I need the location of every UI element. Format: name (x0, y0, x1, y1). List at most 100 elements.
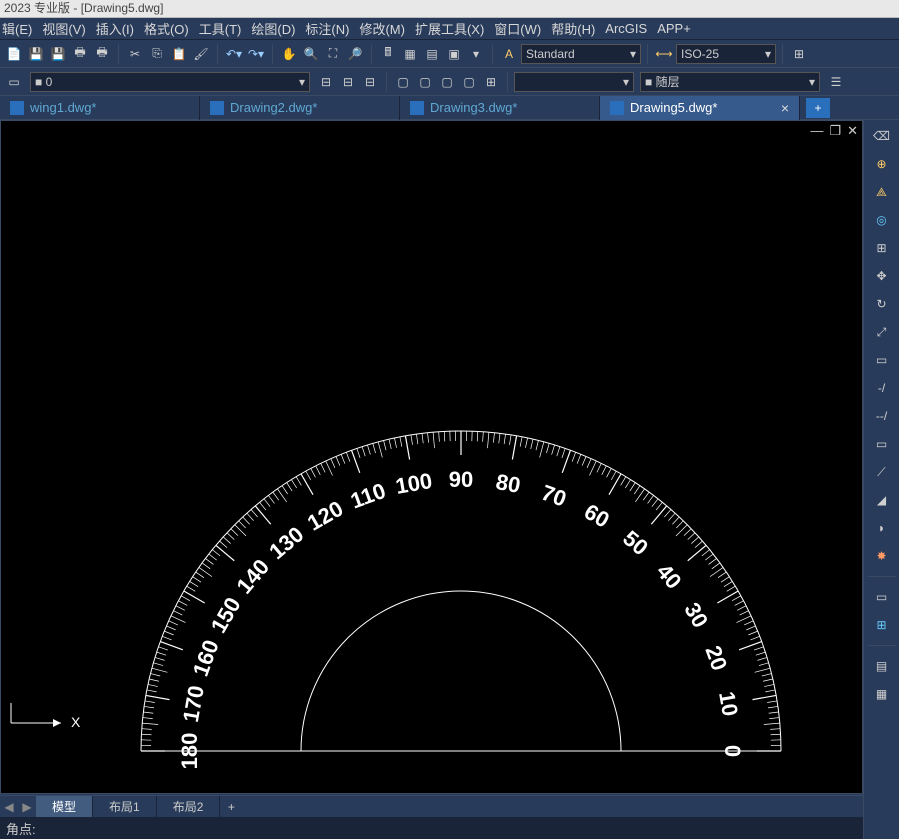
menu-edit[interactable]: 辑(E) (2, 19, 32, 38)
ucs-icon: X (7, 703, 87, 743)
tab-drawing5[interactable]: Drawing5.dwg*× (600, 96, 800, 120)
trim-icon[interactable]: -/ (872, 378, 892, 398)
copy-icon[interactable]: ⎘ (147, 44, 167, 64)
layout2-tab[interactable]: 布局2 (157, 796, 221, 818)
extend-icon[interactable]: --/ (872, 406, 892, 426)
restore-icon[interactable]: ❐ (829, 123, 841, 139)
menu-draw[interactable]: 绘图(D) (251, 19, 295, 38)
dim-style-select[interactable]: ISO-25▾ (676, 44, 776, 64)
block4-icon[interactable]: ▢ (459, 72, 479, 92)
eraser-icon[interactable]: ⌫ (872, 126, 892, 146)
svg-text:30: 30 (679, 598, 713, 632)
close-tab-icon[interactable]: × (781, 100, 789, 116)
save-icon[interactable]: 💾 (26, 44, 46, 64)
menu-window[interactable]: 窗口(W) (494, 19, 541, 38)
new-icon[interactable]: 📄 (4, 44, 24, 64)
layer-icon[interactable]: ▭ (4, 72, 24, 92)
command-line[interactable]: 角点: (0, 817, 863, 839)
saveall-icon[interactable]: 💾 (48, 44, 68, 64)
text-style-select[interactable]: Standard▾ (521, 44, 641, 64)
pan-icon[interactable]: ✋ (279, 44, 299, 64)
layeriso-icon[interactable]: ⊟ (316, 72, 336, 92)
menu-extensions[interactable]: 扩展工具(X) (415, 19, 484, 38)
cut-icon[interactable]: ✂ (125, 44, 145, 64)
add-layout-icon[interactable]: + (220, 800, 242, 814)
zoom-w-icon[interactable]: ⛶ (323, 44, 343, 64)
move-icon[interactable]: ✥ (872, 266, 892, 286)
menu-dimension[interactable]: 标注(N) (305, 19, 349, 38)
menu-tools[interactable]: 工具(T) (199, 19, 242, 38)
layout1-tab[interactable]: 布局1 (93, 796, 157, 818)
properties-icon[interactable]: ▤ (872, 656, 892, 676)
dimstyle-icon[interactable]: ⟷ (654, 44, 674, 64)
print2-icon[interactable]: 🖶 (92, 44, 112, 64)
close-icon[interactable]: ✕ (847, 123, 858, 139)
scale-icon[interactable]: ⤢ (872, 322, 892, 342)
block2-icon[interactable]: ▢ (415, 72, 435, 92)
design-icon[interactable]: ▦ (872, 684, 892, 704)
print-icon[interactable]: 🖶 (70, 44, 90, 64)
menu-view[interactable]: 视图(V) (42, 19, 85, 38)
svg-text:80: 80 (494, 469, 522, 498)
textstyle-icon[interactable]: A (499, 44, 519, 64)
paste-icon[interactable]: 📋 (169, 44, 189, 64)
svg-text:20: 20 (700, 642, 732, 674)
block5-icon[interactable]: ⊞ (481, 72, 501, 92)
join-icon[interactable]: ⟋ (872, 462, 892, 482)
calc-icon[interactable]: 🖩 (378, 44, 398, 64)
draworder-icon[interactable]: ▭ (872, 587, 892, 607)
menu-app[interactable]: APP+ (657, 21, 691, 36)
tab-next-icon[interactable]: ▶ (18, 800, 36, 814)
svg-text:X: X (71, 714, 81, 730)
offset-icon[interactable]: ◎ (872, 210, 892, 230)
block1-icon[interactable]: ▢ (393, 72, 413, 92)
palette-icon[interactable]: ▤ (422, 44, 442, 64)
layout-tabs: ◀ ▶ 模型 布局1 布局2 + (0, 795, 863, 817)
model-tab[interactable]: 模型 (36, 796, 93, 818)
rotate-icon[interactable]: ↻ (872, 294, 892, 314)
document-tabs: wing1.dwg* Drawing2.dwg* Drawing3.dwg* D… (0, 96, 899, 120)
svg-text:60: 60 (580, 499, 614, 533)
app-title: 2023 专业版 - [Drawing5.dwg] (4, 1, 163, 15)
svg-text:40: 40 (652, 559, 687, 594)
tab-drawing2[interactable]: Drawing2.dwg* (200, 96, 400, 120)
tab-prev-icon[interactable]: ◀ (0, 800, 18, 814)
mirror-icon[interactable]: ⟁ (872, 182, 892, 202)
tab-drawing3[interactable]: Drawing3.dwg* (400, 96, 600, 120)
menu-format[interactable]: 格式(O) (144, 19, 189, 38)
menu-modify[interactable]: 修改(M) (359, 19, 405, 38)
tab-drawing1[interactable]: wing1.dwg* (0, 96, 200, 120)
layer-select[interactable]: ■ 0▾ (30, 72, 310, 92)
copy2-icon[interactable]: ⊕ (872, 154, 892, 174)
group-icon[interactable]: ⊞ (872, 615, 892, 635)
tool-icon[interactable]: ▣ (444, 44, 464, 64)
lineweight-icon[interactable]: ☰ (826, 72, 846, 92)
layeroff-icon[interactable]: ⊟ (338, 72, 358, 92)
menu-arcgis[interactable]: ArcGIS (605, 21, 647, 36)
minimize-icon[interactable]: — (810, 123, 823, 139)
svg-text:140: 140 (231, 554, 274, 598)
protractor-drawing: 0102030405060708090100110120130140150160… (131, 271, 811, 821)
bylayer-select[interactable]: ■ 随层▾ (640, 72, 820, 92)
zoom-e-icon[interactable]: 🔎 (345, 44, 365, 64)
menu-help[interactable]: 帮助(H) (551, 19, 595, 38)
redo-icon[interactable]: ↷▾ (246, 44, 266, 64)
zoom-icon[interactable]: 🔍 (301, 44, 321, 64)
layerfrz-icon[interactable]: ⊟ (360, 72, 380, 92)
stretch-icon[interactable]: ▭ (872, 350, 892, 370)
chamfer-icon[interactable]: ◢ (872, 490, 892, 510)
explode-icon[interactable]: ✸ (872, 546, 892, 566)
right-tool-icon[interactable]: ⊞ (789, 44, 809, 64)
array-icon[interactable]: ⊞ (872, 238, 892, 258)
block3-icon[interactable]: ▢ (437, 72, 457, 92)
fillet-icon[interactable]: ◗ (872, 518, 892, 538)
drawing-canvas[interactable]: — ❐ ✕ 0102030405060708090100110120130140… (0, 120, 863, 794)
add-tab-icon[interactable]: + (806, 98, 830, 118)
menu-insert[interactable]: 插入(I) (96, 19, 134, 38)
dropdown-icon[interactable]: ▾ (466, 44, 486, 64)
break-icon[interactable]: ▭ (872, 434, 892, 454)
match-icon[interactable]: 🖌 (191, 44, 211, 64)
table-icon[interactable]: ▦ (400, 44, 420, 64)
color-select[interactable]: ▾ (514, 72, 634, 92)
undo-icon[interactable]: ↶▾ (224, 44, 244, 64)
